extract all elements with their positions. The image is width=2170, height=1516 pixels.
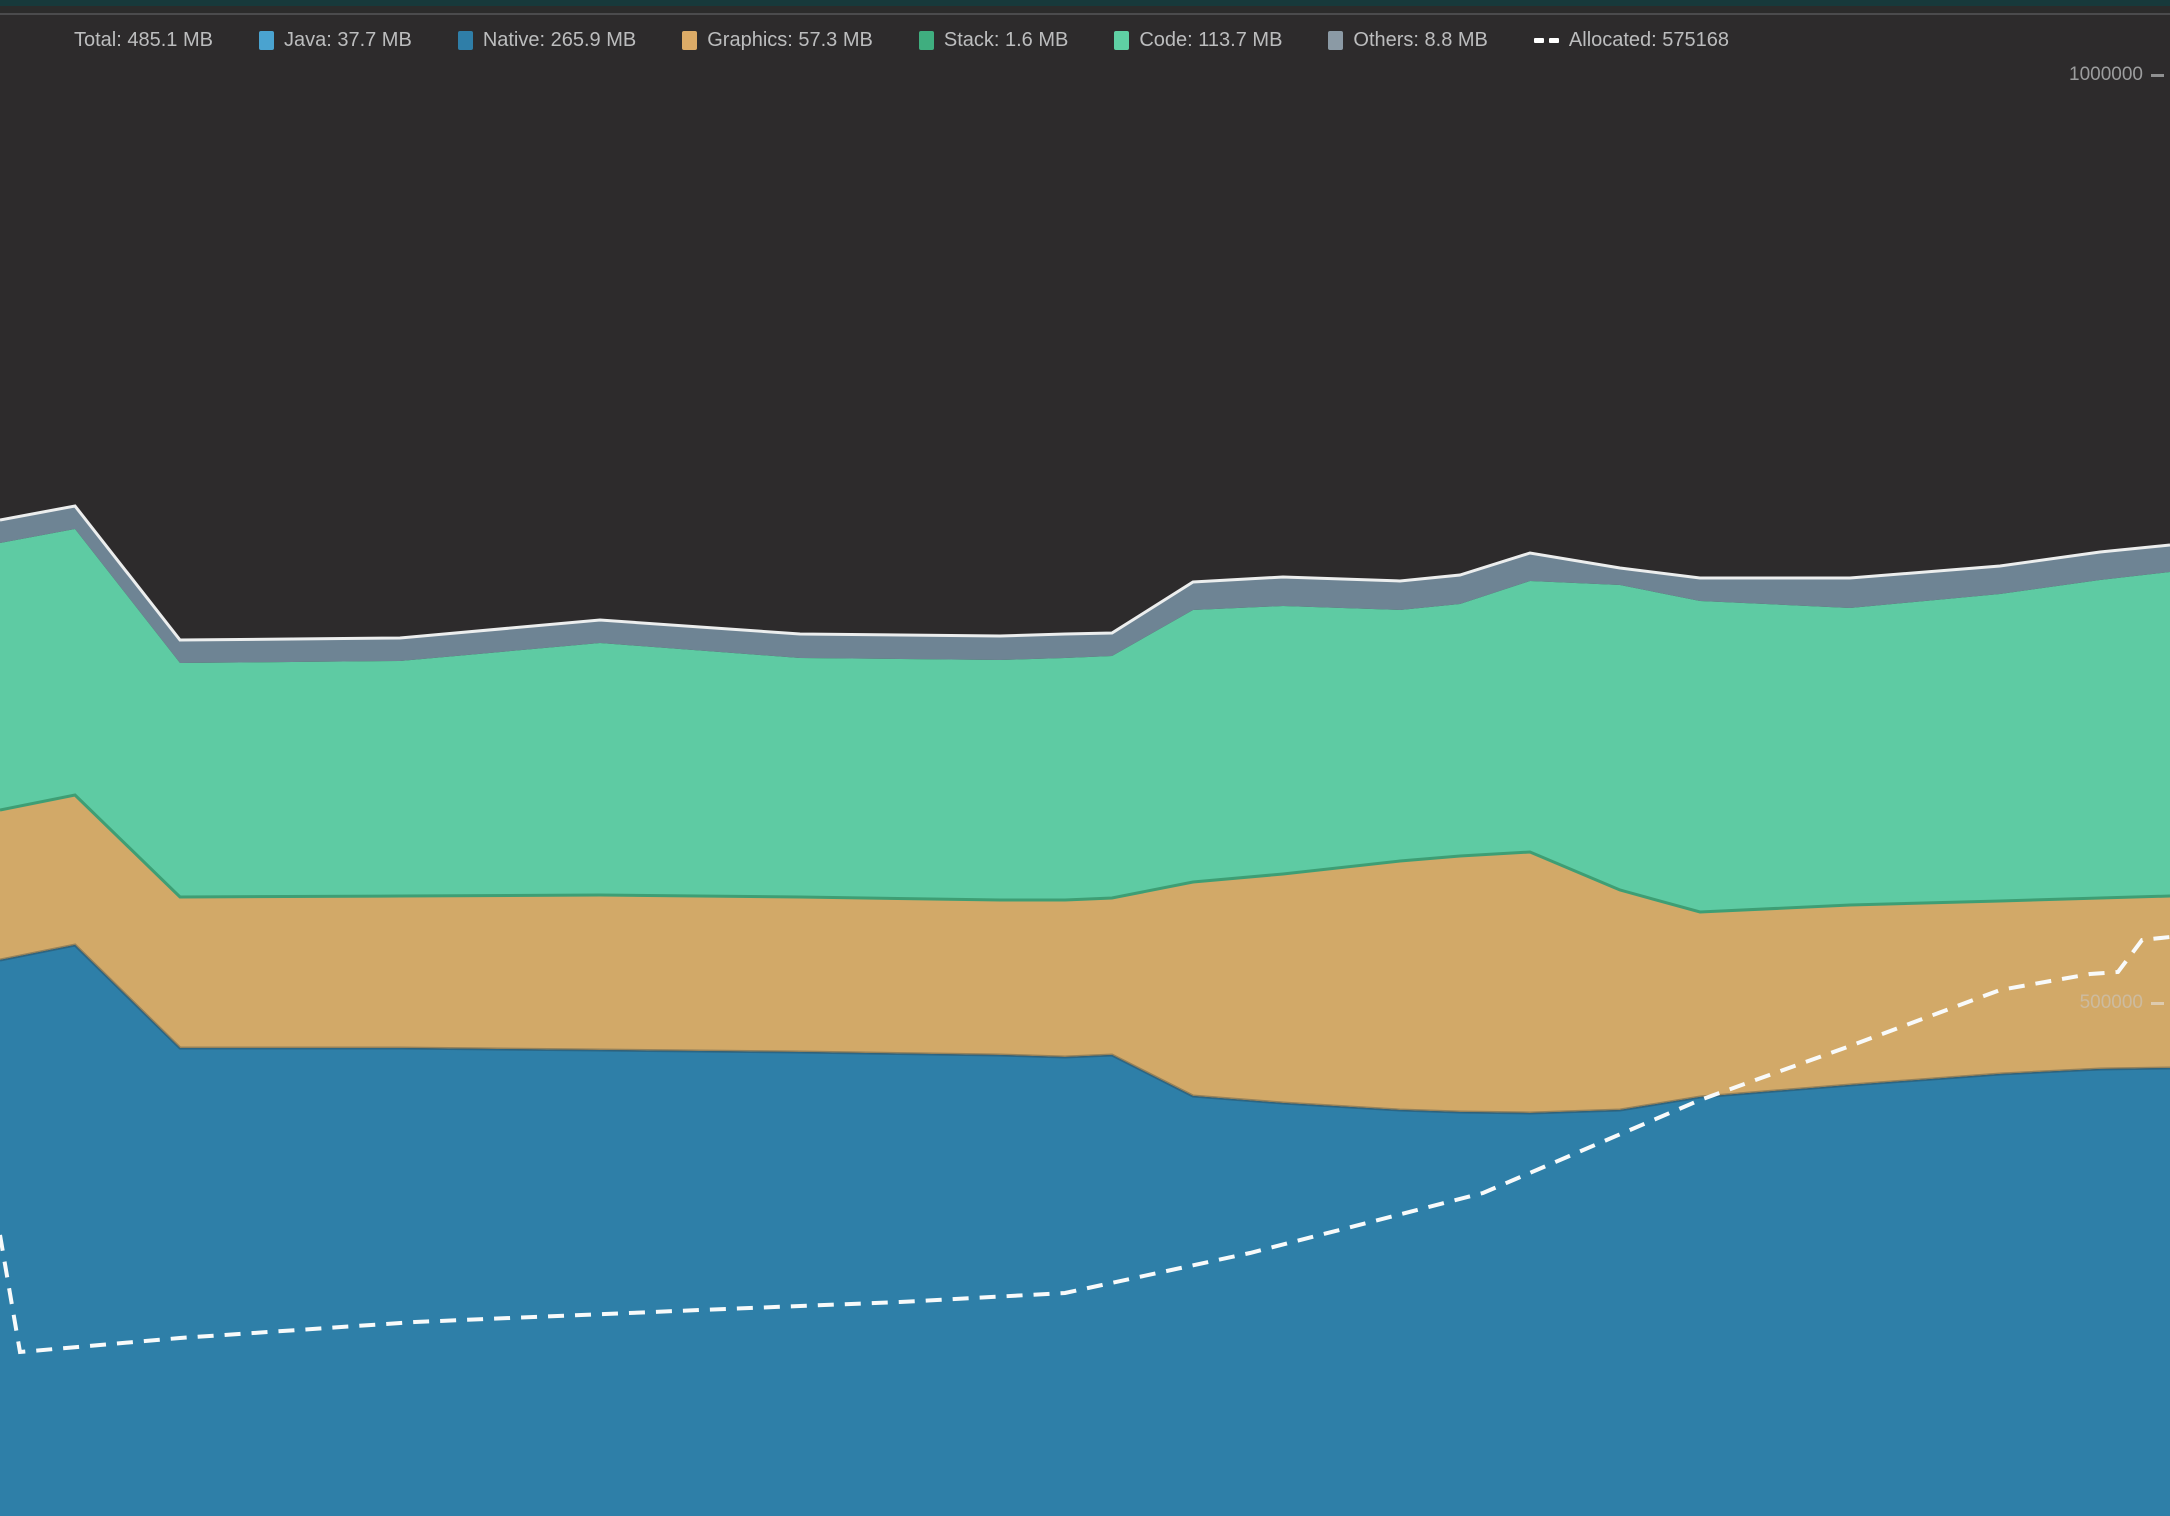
tick-dash-icon <box>2151 74 2164 77</box>
legend-item-stack: Stack: 1.6 MB <box>919 29 1069 52</box>
right-axis-tick-500000: 500000 <box>2080 992 2164 1014</box>
legend-label-code: Code: 113.7 MB <box>1139 29 1282 52</box>
legend-item-code: Code: 113.7 MB <box>1114 29 1282 52</box>
code-swatch-icon <box>1114 31 1129 50</box>
right-axis-tick-1000000: 1000000 <box>2069 64 2164 86</box>
java-swatch-icon <box>259 31 274 50</box>
legend-label-total: Total: 485.1 MB <box>74 29 213 52</box>
legend-label-allocated: Allocated: 575168 <box>1569 29 1729 52</box>
legend-item-others: Others: 8.8 MB <box>1328 29 1488 52</box>
legend-item-total: Total: 485.1 MB <box>74 29 213 52</box>
graphics-swatch-icon <box>682 31 697 50</box>
legend-item-graphics: Graphics: 57.3 MB <box>682 29 873 52</box>
memory-profiler-panel: Total: 485.1 MB Java: 37.7 MB Native: 26… <box>0 0 2170 1516</box>
memory-usage-area-chart[interactable] <box>0 0 2170 1516</box>
tick-label-1000000: 1000000 <box>2069 64 2143 86</box>
legend-label-java: Java: 37.7 MB <box>284 29 412 52</box>
stack-swatch-icon <box>919 31 934 50</box>
legend-item-allocated: Allocated: 575168 <box>1534 29 1729 52</box>
legend-label-native: Native: 265.9 MB <box>483 29 636 52</box>
tick-label-500000: 500000 <box>2080 992 2143 1014</box>
legend-item-native: Native: 265.9 MB <box>458 29 636 52</box>
legend-label-graphics: Graphics: 57.3 MB <box>707 29 873 52</box>
others-swatch-icon <box>1328 31 1343 50</box>
allocated-dash-icon <box>1534 38 1559 43</box>
legend-label-stack: Stack: 1.6 MB <box>944 29 1069 52</box>
legend-label-others: Others: 8.8 MB <box>1353 29 1488 52</box>
chart-legend: Total: 485.1 MB Java: 37.7 MB Native: 26… <box>74 26 2130 54</box>
legend-item-java: Java: 37.7 MB <box>259 29 412 52</box>
native-swatch-icon <box>458 31 473 50</box>
tick-dash-icon <box>2151 1002 2164 1005</box>
